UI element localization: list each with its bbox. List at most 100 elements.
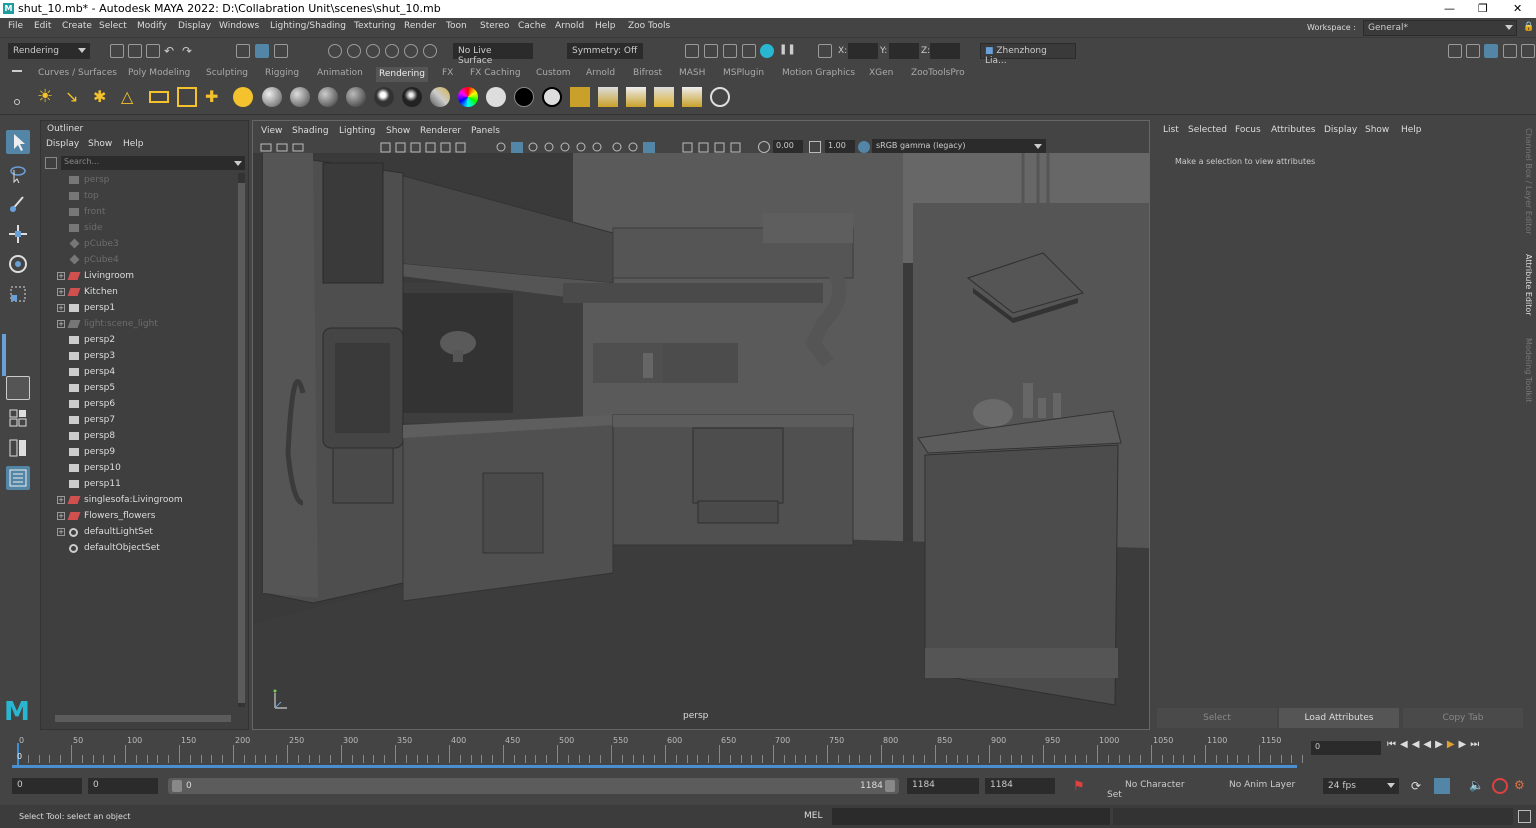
modeling-toolkit-toggle-icon[interactable] [1521,44,1535,58]
outliner-menu-help[interactable]: Help [123,139,144,149]
outliner-scrollbar[interactable] [238,173,245,707]
snap-point-icon[interactable] [366,44,380,58]
area-light-icon[interactable] [149,91,169,103]
viewport-menu-show[interactable]: Show [386,126,410,136]
expand-icon[interactable]: + [57,272,65,280]
spot-light-icon[interactable]: △ [121,87,141,107]
attr-menu-focus[interactable]: Focus [1235,125,1261,135]
range-handle-end[interactable] [885,780,895,792]
sound-icon[interactable]: 🔈 [1469,778,1484,792]
snap-grid-icon[interactable] [328,44,342,58]
save-scene-icon[interactable] [146,44,160,58]
fps-select[interactable]: 24 fps [1323,778,1399,794]
outliner-item[interactable]: persp [41,172,236,188]
scene-start-field[interactable]: 0 [12,778,82,794]
outliner-item[interactable]: + singlesofa:Livingroom [41,492,236,508]
outliner-item[interactable]: persp6 [41,396,236,412]
expand-icon[interactable]: + [57,320,65,328]
shelf-tab-custom[interactable]: Custom [536,68,570,78]
gamma-icon[interactable] [809,141,821,153]
play-forward-icon[interactable]: ▶ [1435,739,1447,750]
pause-icon[interactable]: ❚❚ [779,44,796,58]
outliner-item[interactable]: persp7 [41,412,236,428]
menu-stereo[interactable]: Stereo [480,21,509,31]
filter-icon[interactable] [45,157,57,169]
render-settings-icon[interactable] [742,44,756,58]
ipr-render-icon[interactable] [723,44,737,58]
attr-menu-show[interactable]: Show [1365,125,1389,135]
select-object-icon[interactable] [255,44,269,58]
outliner-item[interactable]: side [41,220,236,236]
symmetry-select[interactable]: Symmetry: Off [567,43,643,59]
cache-icon[interactable] [1434,778,1450,794]
menu-toon[interactable]: Toon [446,21,467,31]
loop-icon[interactable]: ⟳ [1411,779,1421,793]
outliner-item[interactable]: + Flowers_flowers [41,508,236,524]
workspace-select[interactable]: General* [1363,20,1517,36]
attribute-editor-tab[interactable]: Attribute Editor [1524,254,1533,316]
attr-menu-attributes[interactable]: Attributes [1271,125,1315,135]
shelf-tab-bifrost[interactable]: Bifrost [633,68,662,78]
menu-file[interactable]: File [8,21,23,31]
snap-curve-icon[interactable] [347,44,361,58]
shelf-tab-poly-modeling[interactable]: Poly Modeling [128,68,190,78]
step-back-icon[interactable]: ◀ [1400,739,1412,750]
script-editor-icon[interactable] [1518,810,1531,823]
anisotropic-sphere-icon[interactable] [346,87,366,107]
playback-end-field[interactable]: 1184 [907,778,979,794]
snap-view-icon[interactable] [385,44,399,58]
outliner-item[interactable]: front [41,204,236,220]
play-back-icon[interactable]: ◀ [1423,739,1435,750]
attribute-editor-toggle-icon[interactable] [1484,44,1498,58]
outliner-item[interactable]: persp5 [41,380,236,396]
viewport-menu-renderer[interactable]: Renderer [420,126,461,136]
undo-icon[interactable]: ↶ [164,44,178,58]
command-input[interactable] [832,808,1110,825]
range-slider[interactable]: 0 1184 [168,778,899,794]
x-field[interactable] [848,43,878,59]
go-to-start-icon[interactable]: ⏮ [1387,739,1400,750]
new-scene-icon[interactable] [110,44,124,58]
expand-icon[interactable]: + [57,288,65,296]
outliner-item[interactable]: + defaultLightSet [41,524,236,540]
go-to-end-icon[interactable]: ⏭ [1470,739,1483,750]
outliner-item[interactable]: persp4 [41,364,236,380]
transform-icon[interactable] [818,44,832,58]
directional-light-icon[interactable]: ↘ [65,87,85,107]
color-management-icon[interactable] [858,141,870,153]
lasso-tool-icon[interactable] [6,162,30,186]
shelf-tab-mash[interactable]: MASH [679,68,705,78]
black-sphere-icon[interactable] [514,87,534,107]
menu-create[interactable]: Create [62,21,92,31]
time-slider[interactable]: 0 50 100 150 200 250 300 350 400 450 500 550 600 650 7… [0,733,1305,769]
shelf-settings-icon[interactable] [14,99,20,105]
shelf-tab-msplugin[interactable]: MSPlugin [723,68,764,78]
expand-icon[interactable]: + [57,512,65,520]
render-sequence-icon[interactable] [682,87,702,107]
ambient-light-icon[interactable]: ☀ [37,87,57,107]
shelf-tab-fx[interactable]: FX [442,68,453,78]
volume-light-icon[interactable] [177,87,197,107]
arnold-render-icon[interactable] [760,44,774,58]
menu-select[interactable]: Select [99,21,127,31]
blinn-sphere-icon[interactable] [262,87,282,107]
z-field[interactable] [930,43,960,59]
light-linking-icon[interactable] [233,87,253,107]
select-button[interactable]: Select [1157,708,1277,728]
outliner-item[interactable]: + persp1 [41,300,236,316]
shelf-tab-animation[interactable]: Animation [317,68,363,78]
exposure-icon[interactable] [758,141,770,153]
lambert-sphere-icon[interactable] [290,87,310,107]
tool-settings-icon[interactable] [1466,44,1480,58]
outliner-item[interactable]: persp9 [41,444,236,460]
select-tool-icon[interactable] [6,130,30,154]
outliner-item[interactable]: persp10 [41,460,236,476]
character-set-select[interactable]: No Character Set [1103,778,1199,800]
light-editor-icon[interactable] [654,87,674,107]
phong-sphere-icon[interactable] [318,87,338,107]
sidebar-toggle-icon[interactable] [1448,44,1462,58]
render-setup-icon[interactable] [626,87,646,107]
hypershade-icon[interactable] [570,87,590,107]
outliner-menu-show[interactable]: Show [88,139,112,149]
shelf-tab-xgen[interactable]: XGen [869,68,893,78]
